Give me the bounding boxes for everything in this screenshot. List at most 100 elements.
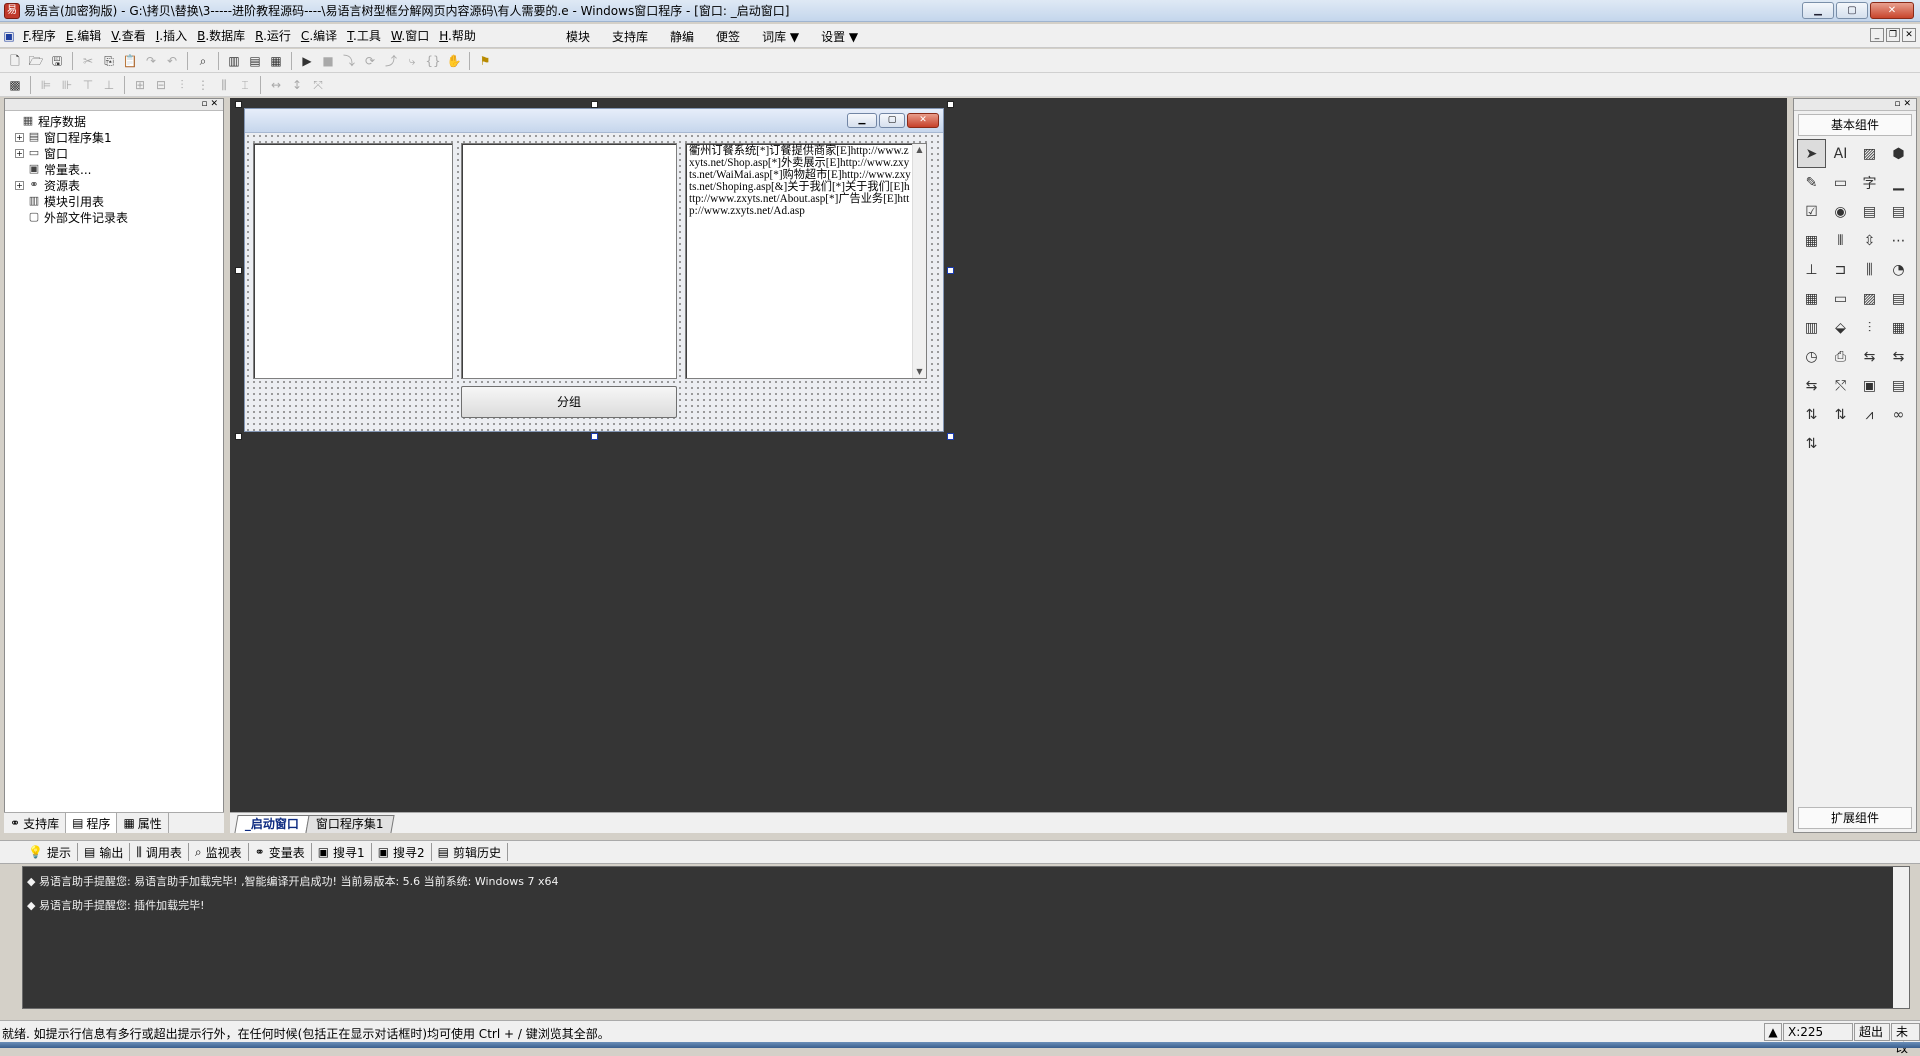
tab-search-2[interactable]: ▣ 搜寻2 (372, 843, 432, 861)
component-10-icon[interactable]: ▤ (1855, 197, 1884, 226)
status-up-icon[interactable]: ▲ (1764, 1023, 1782, 1041)
component-0-icon[interactable]: ➤ (1797, 139, 1826, 168)
output-pane[interactable]: ◆ 易语言助手提醒您: 易语言助手加载完毕! ,智能编译开启成功! 当前易版本:… (22, 866, 1910, 1009)
component-30-icon[interactable]: ⇆ (1855, 342, 1884, 371)
layout-1-icon[interactable]: ▥ (225, 52, 243, 70)
design-form-window[interactable]: ▁ ▢ ✕ 衢州订餐系统[*]订餐提供商家[E]http://www.zxyts… (244, 108, 944, 432)
component-17-icon[interactable]: ⊐ (1826, 255, 1855, 284)
menu-static-compile[interactable]: 静编 (659, 28, 705, 45)
component-38-icon[interactable]: ⩘ (1855, 400, 1884, 429)
layout-3-icon[interactable]: ▦ (267, 52, 285, 70)
extended-components-header[interactable]: 扩展组件 (1798, 807, 1912, 829)
resize-handle[interactable] (235, 433, 242, 440)
mdi-restore-icon[interactable]: ❐ (1886, 28, 1900, 42)
save-icon[interactable]: 🖫 (48, 52, 66, 70)
component-32-icon[interactable]: ⇆ (1797, 371, 1826, 400)
undo-icon[interactable]: ↶ (163, 52, 181, 70)
center-h-icon[interactable]: ⊞ (131, 76, 149, 94)
step-3-icon[interactable]: ⤴ (382, 52, 400, 70)
tab-search-1[interactable]: ▣ 搜寻1 (312, 843, 372, 861)
component-7-icon[interactable]: ▁ (1884, 168, 1913, 197)
tab-output[interactable]: ▤ 输出 (78, 843, 131, 861)
component-24-icon[interactable]: ▥ (1797, 313, 1826, 342)
tree-item-root[interactable]: ▦ 程序数据 (9, 113, 219, 129)
tab-properties[interactable]: ▦ 属性 (117, 813, 169, 833)
component-9-icon[interactable]: ◉ (1826, 197, 1855, 226)
run-icon[interactable]: ▶ (298, 52, 316, 70)
menu-dictionary[interactable]: 词库 ▼ (751, 28, 810, 45)
edit-scrollbar[interactable]: ▲ ▼ (912, 144, 926, 378)
minimize-button[interactable]: ▁ (1802, 2, 1834, 19)
component-40-icon[interactable]: ⇅ (1797, 429, 1826, 458)
copy-icon[interactable]: ⎘ (100, 52, 118, 70)
grid-icon[interactable]: ▩ (6, 76, 24, 94)
tree-item-module-refs[interactable]: ▥ 模块引用表 (9, 193, 219, 209)
form-minimize-icon[interactable]: ▁ (847, 113, 877, 128)
tree-view-left[interactable] (253, 143, 453, 379)
menu-view[interactable]: V.查看 (106, 27, 151, 44)
tab-startup-window[interactable]: _启动窗口 (234, 815, 310, 833)
step-1-icon[interactable]: ⤵ (340, 52, 358, 70)
menu-edit[interactable]: E.编辑 (61, 27, 106, 44)
output-scrollbar[interactable] (1893, 867, 1909, 1008)
resize-handle[interactable] (591, 101, 598, 108)
hand-icon[interactable]: ✋ (445, 52, 463, 70)
find-icon[interactable]: ⌕ (194, 52, 212, 70)
menu-database[interactable]: B.数据库 (192, 27, 250, 44)
same-width-icon[interactable]: ↔ (267, 76, 285, 94)
component-18-icon[interactable]: ⫼ (1855, 255, 1884, 284)
menu-program[interactable]: F.程序 (18, 27, 61, 44)
tree-item-external-files[interactable]: ▢ 外部文件记录表 (9, 209, 219, 225)
resize-handle[interactable] (947, 433, 954, 440)
tab-clip-history[interactable]: ▤ 剪辑历史 (432, 843, 509, 861)
menu-window[interactable]: W.窗口 (386, 27, 434, 44)
component-16-icon[interactable]: ⊥ (1797, 255, 1826, 284)
expand-icon[interactable]: + (15, 132, 24, 142)
mdi-minimize-icon[interactable]: _ (1870, 28, 1884, 42)
component-36-icon[interactable]: ⇅ (1797, 400, 1826, 429)
component-34-icon[interactable]: ▣ (1855, 371, 1884, 400)
component-1-icon[interactable]: AI (1826, 139, 1855, 168)
group-button[interactable]: 分组 (461, 386, 677, 418)
resize-handle[interactable] (947, 267, 954, 274)
component-6-icon[interactable]: 字 (1855, 168, 1884, 197)
component-2-icon[interactable]: ▨ (1855, 139, 1884, 168)
expand-icon[interactable]: + (15, 180, 24, 190)
menu-help[interactable]: H.帮助 (434, 27, 481, 44)
space-v-icon[interactable]: ⋮ (194, 76, 212, 94)
scroll-up-icon[interactable]: ▲ (913, 144, 926, 156)
component-20-icon[interactable]: ▦ (1797, 284, 1826, 313)
basic-components-header[interactable]: 基本组件 (1798, 114, 1912, 136)
component-23-icon[interactable]: ▤ (1884, 284, 1913, 313)
menu-notes[interactable]: 便签 (705, 28, 751, 45)
menu-insert[interactable]: I.插入 (151, 27, 192, 44)
step-2-icon[interactable]: ⟳ (361, 52, 379, 70)
panel-close-icon[interactable]: ▫✕ (201, 99, 221, 110)
tree-item-constants[interactable]: ▣ 常量表... (9, 161, 219, 177)
component-8-icon[interactable]: ☑ (1797, 197, 1826, 226)
maximize-button[interactable]: ▢ (1836, 2, 1868, 19)
close-button[interactable]: ✕ (1870, 2, 1914, 19)
equal-size-icon[interactable]: ⌶ (236, 76, 254, 94)
layout-2-icon[interactable]: ▤ (246, 52, 264, 70)
plugin-icon[interactable]: ⚑ (476, 52, 494, 70)
align-left-icon[interactable]: ⊫ (37, 76, 55, 94)
cut-icon[interactable]: ✂ (79, 52, 97, 70)
align-right-icon[interactable]: ⊪ (58, 76, 76, 94)
menu-settings[interactable]: 设置 ▼ (810, 28, 869, 45)
tab-program[interactable]: ▤ 程序 (66, 813, 118, 833)
align-bottom-icon[interactable]: ⊥ (100, 76, 118, 94)
component-31-icon[interactable]: ⇆ (1884, 342, 1913, 371)
component-22-icon[interactable]: ▨ (1855, 284, 1884, 313)
resize-handle[interactable] (235, 101, 242, 108)
component-39-icon[interactable]: ∞ (1884, 400, 1913, 429)
distribute-icon[interactable]: ⫼ (215, 76, 233, 94)
component-29-icon[interactable]: ⎙ (1826, 342, 1855, 371)
resize-handle[interactable] (591, 433, 598, 440)
menu-run[interactable]: R.运行 (250, 27, 296, 44)
menu-compile[interactable]: C.编译 (296, 27, 342, 44)
component-5-icon[interactable]: ▭ (1826, 168, 1855, 197)
component-4-icon[interactable]: ✎ (1797, 168, 1826, 197)
resize-handle[interactable] (947, 101, 954, 108)
same-height-icon[interactable]: ↕ (288, 76, 306, 94)
